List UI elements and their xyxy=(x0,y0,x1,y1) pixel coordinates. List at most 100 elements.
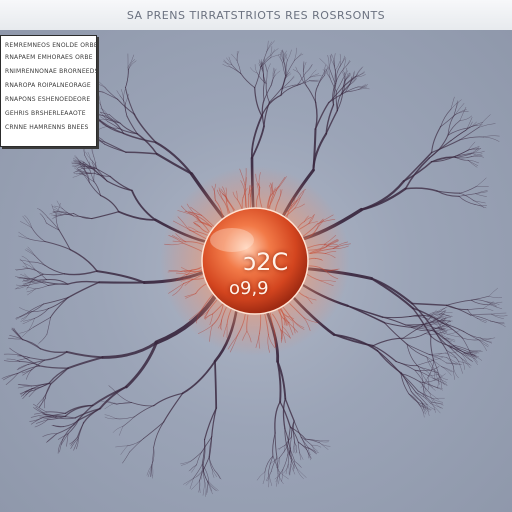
vein-branch xyxy=(16,268,28,271)
vein-branch xyxy=(370,277,414,310)
vein-branch xyxy=(314,85,319,103)
vein-branch xyxy=(115,416,135,420)
vein-branch xyxy=(101,401,115,404)
vein-branch xyxy=(151,464,154,477)
vein-branch xyxy=(155,152,193,175)
vein-branch xyxy=(42,273,65,276)
vein-branch xyxy=(289,426,306,440)
vein-branch xyxy=(488,287,498,297)
info-line: GEHRIS BRSHERLEAAOTE xyxy=(5,110,86,117)
vein-branch xyxy=(67,419,80,435)
vein-branch xyxy=(204,407,217,441)
vein-branch xyxy=(491,312,507,315)
vein-branch xyxy=(39,208,48,218)
vein-branch xyxy=(125,151,158,155)
vein-branch xyxy=(98,93,101,105)
vein-branch xyxy=(297,441,300,454)
vein-branch xyxy=(446,299,472,306)
vein-branch xyxy=(44,264,65,275)
vein-branch xyxy=(293,446,296,454)
info-line: RNAPAEM EMHORAES ORBE xyxy=(5,54,93,61)
vein-branch xyxy=(196,451,202,466)
vein-branch xyxy=(305,85,317,103)
vein-branch xyxy=(26,288,36,293)
vein-branch xyxy=(463,331,481,339)
vein-branch xyxy=(50,367,69,385)
vein-branch xyxy=(37,334,48,345)
vein-branch xyxy=(453,365,455,380)
vein-branch xyxy=(328,67,336,84)
vein-branch xyxy=(115,445,128,448)
vein-branch xyxy=(228,56,233,65)
vein-branch xyxy=(470,295,490,301)
vein-branch xyxy=(254,64,258,74)
vein-branch xyxy=(17,385,32,389)
vein-branch xyxy=(93,169,96,182)
vein-branch xyxy=(47,433,58,443)
vein-branch xyxy=(480,337,496,340)
vein-branch xyxy=(33,316,51,328)
vein-branch xyxy=(122,451,130,464)
vein-branch xyxy=(372,337,404,347)
vein-branch xyxy=(163,392,184,423)
vein-branch xyxy=(263,101,270,127)
vein-branch xyxy=(475,193,487,197)
vein-branch xyxy=(277,471,280,485)
vein-branch xyxy=(28,357,46,361)
vein-branch xyxy=(446,350,459,362)
vein-branch xyxy=(48,367,69,384)
vein-branch xyxy=(355,66,364,77)
orb-label-bottom: o9,9 xyxy=(229,278,269,299)
vein-branch xyxy=(296,467,307,478)
vein-branch xyxy=(256,72,267,84)
vein-branch xyxy=(274,70,281,76)
vein-branch xyxy=(276,456,279,474)
vein-branch xyxy=(475,177,487,187)
vein-branch xyxy=(467,308,484,310)
vein-branch xyxy=(428,354,447,358)
vein-branch xyxy=(206,481,209,495)
vein-branch xyxy=(131,402,155,407)
vein-branch xyxy=(133,405,155,418)
vein-branch xyxy=(256,471,266,481)
vein-branch xyxy=(181,360,216,395)
vein-branch xyxy=(231,53,238,61)
vein-branch xyxy=(104,402,115,410)
vein-branch xyxy=(440,108,452,128)
vein-branch xyxy=(447,127,469,136)
vein-branch xyxy=(38,365,69,369)
vein-branch xyxy=(63,270,98,276)
vein-branch xyxy=(46,316,51,335)
vein-branch xyxy=(91,211,120,220)
vein-branch xyxy=(35,285,49,290)
vein-branch xyxy=(264,63,268,72)
info-panel: REMREMNEOS ENOLDE ORBE RNAPAEM EMHORAES … xyxy=(0,35,98,147)
vein-branch xyxy=(491,313,508,317)
vein-branch xyxy=(406,343,419,367)
vein-branch xyxy=(470,299,491,306)
vein-branch xyxy=(214,360,218,409)
vein-branch xyxy=(190,451,202,462)
vein-branch xyxy=(31,227,46,242)
vein-branch xyxy=(475,191,488,194)
vein-branch xyxy=(467,160,479,166)
vein-branch xyxy=(288,75,295,83)
vein-branch xyxy=(465,121,473,131)
vein-branch xyxy=(319,442,331,447)
vein-branch xyxy=(240,73,256,89)
vein-branch xyxy=(459,186,477,194)
vein-branch xyxy=(21,255,31,263)
vein-branch xyxy=(151,464,153,479)
vein-branch xyxy=(382,315,411,319)
vein-branch xyxy=(470,313,492,316)
vein-branch xyxy=(202,482,206,496)
vein-branch xyxy=(478,339,489,346)
vein-branch xyxy=(120,445,128,455)
vein-branch xyxy=(290,436,292,449)
vein-branch xyxy=(14,285,28,290)
vein-branch xyxy=(300,436,312,446)
vein-branch xyxy=(285,59,288,75)
vein-branch xyxy=(46,279,69,285)
vein-branch xyxy=(346,305,384,318)
vein-branch xyxy=(431,139,461,154)
